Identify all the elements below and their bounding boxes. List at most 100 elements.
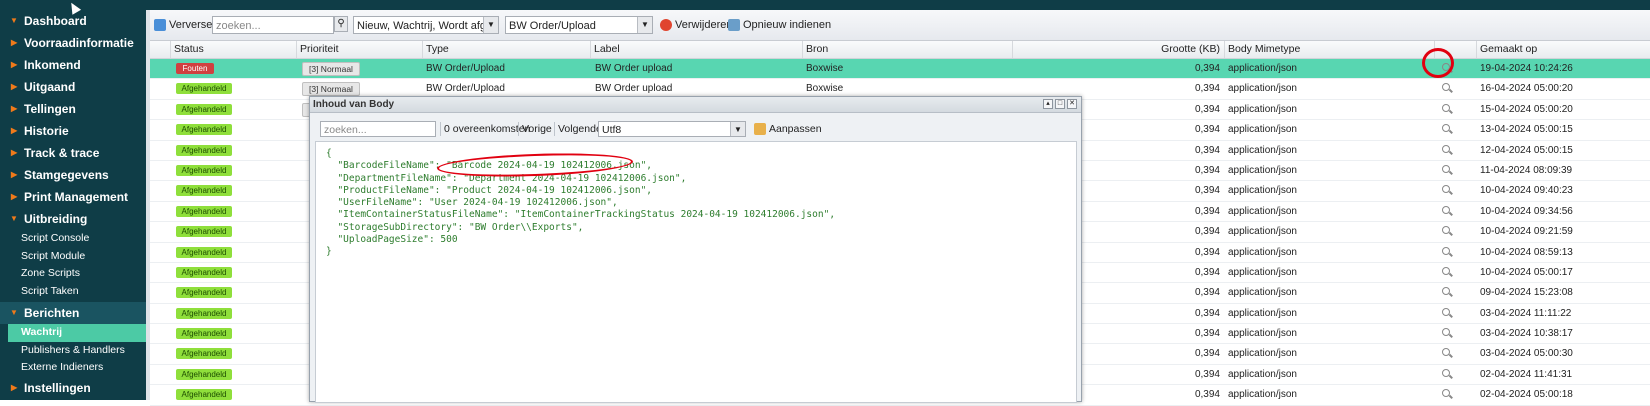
sidebar-sub-externe-indieners[interactable]: Externe Indieners [0,359,146,377]
status-badge: Afgehandeld [176,83,232,95]
minimize-icon[interactable]: ▴ [1043,99,1053,109]
col-type[interactable]: Type [422,41,590,58]
col-created[interactable]: Gemaakt op [1476,41,1650,58]
sidebar-sub-publishers-handlers[interactable]: Publishers & Handlers [0,342,146,360]
code-line: } [326,246,332,258]
dialog-body: { "BarcodeFileName": "Barcode 2024-04-19… [315,141,1077,403]
chevron-right-icon: ▶ [11,192,18,201]
view-body-icon[interactable] [1442,185,1450,194]
sidebar-item-print-management[interactable]: ▶ Print Management [0,186,146,208]
view-body-icon[interactable] [1442,287,1450,296]
dialog-search-input[interactable]: zoeken... [320,121,436,137]
chevron-down-icon: ▼ [483,17,498,33]
cell-created: 16-04-2024 05:00:20 [1480,83,1573,95]
view-body-icon[interactable] [1442,348,1450,357]
view-body-icon[interactable] [1442,328,1450,337]
cell-mime: application/json [1228,205,1297,217]
adjust-button[interactable]: Aanpassen [754,121,822,137]
sidebar-item-track-trace[interactable]: ▶ Track & trace [0,142,146,164]
cell-created: 10-04-2024 09:21:59 [1480,226,1573,238]
view-body-icon[interactable] [1442,266,1450,275]
view-body-icon[interactable] [1442,83,1450,92]
cell-mime: application/json [1228,103,1297,115]
next-button[interactable]: Volgende [558,121,602,137]
sidebar-sub-zone-scripts[interactable]: Zone Scripts [0,265,146,283]
col-label[interactable]: Label [590,41,802,58]
status-badge: Afgehandeld [176,348,232,360]
chevron-right-icon: ▶ [11,38,18,47]
col-status[interactable]: Status [170,41,296,58]
dialog-toolbar: zoeken... 0 overeenkomsten Vorige Volgen… [316,119,1076,139]
sidebar-sub-script-module[interactable]: Script Module [0,248,146,266]
col-mime[interactable]: Body Mimetype [1224,41,1434,58]
chevron-down-icon: ▼ [10,308,18,317]
cell-created: 10-04-2024 09:34:56 [1480,205,1573,217]
cell-mime: application/json [1228,368,1297,380]
code-line: "UserFileName": "User 2024-04-19 1024120… [326,197,618,209]
cell-created: 10-04-2024 08:59:13 [1480,246,1573,258]
view-body-icon[interactable] [1442,124,1450,133]
close-icon[interactable]: ✕ [1067,99,1077,109]
view-body-icon[interactable] [1442,205,1450,214]
sidebar-sub-script-console[interactable]: Script Console [0,230,146,248]
col-priority[interactable]: Prioriteit [296,41,422,58]
resubmit-button[interactable]: Opnieuw indienen [728,16,831,34]
sidebar-sub-script-taken[interactable]: Script Taken [0,283,146,301]
status-badge: Afgehandeld [176,246,232,258]
type-filter-select[interactable]: BW Order/Upload ▼ [505,16,653,34]
edit-icon [754,123,766,135]
toolbar: Verversen zoeken... ⚲ Nieuw, Wachtrij, W… [150,10,1650,41]
encoding-select[interactable]: Utf8 ▼ [598,121,746,137]
search-icon[interactable]: ⚲ [334,16,348,32]
cell-mime: application/json [1228,389,1297,401]
chevron-right-icon: ▶ [11,382,18,392]
view-body-icon[interactable] [1442,389,1450,398]
sidebar-item-berichten[interactable]: ▼ Berichten [0,302,146,324]
code-line: "UploadPageSize": 500 [326,234,458,246]
col-size[interactable]: Grootte (KB) [1012,41,1224,58]
col-source[interactable]: Bron [802,41,1012,58]
top-bar [0,0,1650,10]
status-badge: Afgehandeld [176,185,232,197]
cell-created: 10-04-2024 09:40:23 [1480,185,1573,197]
view-body-icon[interactable] [1442,226,1450,235]
cell-mime: application/json [1228,185,1297,197]
sidebar-item-inkomend[interactable]: ▶ Inkomend [0,54,146,76]
status-badge: Afgehandeld [176,205,232,217]
cell-mime: application/json [1228,266,1297,278]
sidebar-item-stamgegevens[interactable]: ▶ Stamgegevens [0,164,146,186]
cell-created: 15-04-2024 05:00:20 [1480,103,1573,115]
refresh-button[interactable]: Verversen [154,16,219,34]
view-body-icon[interactable] [1442,103,1450,112]
priority-tag: [3] Normaal [302,82,360,97]
sidebar-item-instellingen[interactable]: ▶ Instellingen [0,377,146,399]
cell-mime: application/json [1228,246,1297,258]
code-line: "ItemContainerStatusFileName": "ItemCont… [326,209,836,221]
maximize-icon[interactable]: □ [1055,99,1065,109]
sidebar-item-tellingen[interactable]: ▶ Tellingen [0,98,146,120]
annotation-circle [1422,48,1454,78]
cell-mime: application/json [1228,83,1297,95]
cell-created: 03-04-2024 05:00:30 [1480,348,1573,360]
prev-button[interactable]: Vorige [522,121,552,137]
chevron-down-icon: ▼ [10,16,18,25]
cell-created: 12-04-2024 05:00:15 [1480,144,1573,156]
view-body-icon[interactable] [1442,307,1450,316]
code-line: "ProductFileName": "Product 2024-04-19 1… [326,184,653,196]
sidebar-item-uitbreiding[interactable]: ▼ Uitbreiding [0,208,146,230]
cell-mime: application/json [1228,328,1297,340]
view-body-icon[interactable] [1442,164,1450,173]
status-filter-select[interactable]: Nieuw, Wachtrij, Wordt afgehand ▼ [353,16,499,34]
view-body-icon[interactable] [1442,144,1450,153]
chevron-right-icon: ▶ [11,104,18,113]
body-content-dialog: Inhoud van Body ▴ □ ✕ zoeken... 0 overee… [309,96,1082,403]
view-body-icon[interactable] [1442,368,1450,377]
sidebar-sub-wachtrij[interactable]: Wachtrij [8,324,146,342]
sidebar-item-uitgaand[interactable]: ▶ Uitgaand [0,76,146,98]
cell-created: 11-04-2024 08:09:39 [1480,164,1573,176]
view-body-icon[interactable] [1442,246,1450,255]
delete-button[interactable]: Verwijderen [660,16,732,34]
sidebar-item-historie[interactable]: ▶ Historie [0,120,146,142]
search-input[interactable]: zoeken... [212,16,334,34]
sidebar-item-voorraadinformatie[interactable]: ▶ Voorraadinformatie [0,32,146,54]
